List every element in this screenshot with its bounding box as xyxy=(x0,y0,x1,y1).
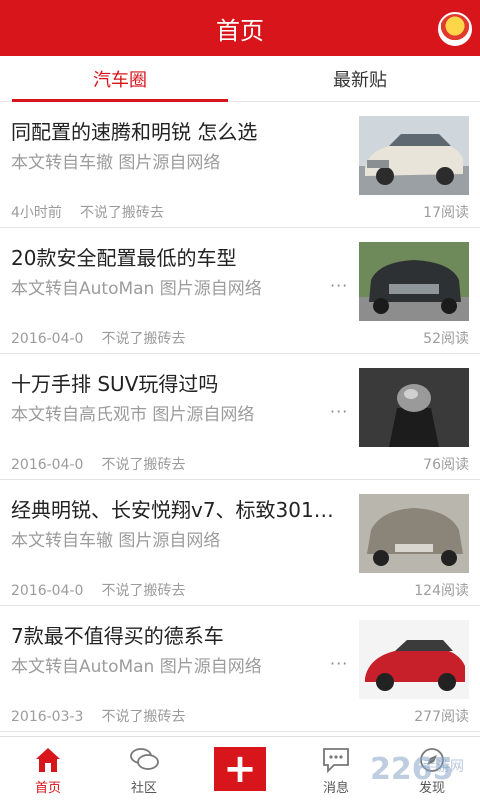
page-title: 首页 xyxy=(216,16,264,45)
nav-home-label: 首页 xyxy=(34,781,61,796)
post-meta: 2016-04-0 不说了搬砖去 xyxy=(11,328,185,348)
post-read-count: 52阅读 xyxy=(423,331,469,347)
post-author: 不说了搬砖去 xyxy=(101,457,186,473)
post-thumbnail xyxy=(359,116,469,195)
post-item[interactable]: 同配置的速腾和明锐 怎么选 本文转自车撤 图片源自网络 4小时前 不说了搬砖去 1… xyxy=(0,102,480,228)
nav-post[interactable]: + xyxy=(192,737,288,800)
post-author: 不说了搬砖去 xyxy=(101,709,186,725)
post-title: 20款安全配置最低的车型 xyxy=(11,246,237,270)
post-source: 本文转自高氏观市 图片源自网络 xyxy=(11,405,255,425)
post-meta: 2016-04-0 不说了搬砖去 xyxy=(11,454,185,474)
post-author: 不说了搬砖去 xyxy=(101,583,186,599)
post-read-count: 76阅读 xyxy=(423,457,469,473)
post-time: 4小时前 xyxy=(11,205,62,221)
post-thumbnail xyxy=(359,242,469,321)
post-title: 十万手排 SUV玩得过吗 xyxy=(11,372,219,396)
post-thumbnail xyxy=(359,620,469,699)
more-dots: ··· xyxy=(330,654,349,673)
post-item[interactable]: 20款安全配置最低的车型 本文转自AutoMan 图片源自网络 ··· 2016… xyxy=(0,228,480,354)
app-header: 首页 xyxy=(0,0,480,56)
post-time: 2016-04-0 xyxy=(11,331,84,347)
post-read-count: 17阅读 xyxy=(423,205,469,221)
post-time: 2016-03-3 xyxy=(11,709,84,725)
post-thumbnail xyxy=(359,494,469,573)
post-list: 同配置的速腾和明锐 怎么选 本文转自车撤 图片源自网络 4小时前 不说了搬砖去 1… xyxy=(0,102,480,736)
post-read-count: 124阅读 xyxy=(414,583,469,599)
watermark-small-text: 手游网 xyxy=(422,759,464,775)
nav-community[interactable]: 社区 xyxy=(96,737,192,800)
post-thumbnail xyxy=(359,368,469,447)
add-post-button[interactable]: + xyxy=(214,747,266,791)
more-dots: ··· xyxy=(330,276,349,295)
post-author: 不说了搬砖去 xyxy=(79,205,164,221)
plus-icon: + xyxy=(223,746,257,792)
post-meta: 2016-04-0 不说了搬砖去 xyxy=(11,580,185,600)
post-source: 本文转自车撤 图片源自网络 xyxy=(11,153,221,173)
post-author: 不说了搬砖去 xyxy=(101,331,186,347)
post-title: 7款最不值得买的德系车 xyxy=(11,624,224,648)
more-dots: ··· xyxy=(330,402,349,421)
tab-bar: 汽车圈 最新贴 xyxy=(0,56,480,102)
home-icon xyxy=(36,748,60,772)
nav-home[interactable]: 首页 xyxy=(0,737,96,800)
post-time: 2016-04-0 xyxy=(11,457,84,473)
post-source: 本文转自AutoMan 图片源自网络 xyxy=(11,657,262,677)
user-avatar[interactable] xyxy=(438,12,472,46)
post-item[interactable]: 经典明锐、长安悦翔v7、标致301… 本文转自车辙 图片源自网络 2016-04… xyxy=(0,480,480,606)
post-title: 同配置的速腾和明锐 怎么选 xyxy=(11,120,258,144)
post-title: 经典明锐、长安悦翔v7、标致301… xyxy=(11,498,334,522)
watermark: 2265 手游网 xyxy=(338,744,474,796)
tab-car-circle[interactable]: 汽车圈 xyxy=(0,56,240,102)
post-source: 本文转自AutoMan 图片源自网络 xyxy=(11,279,262,299)
tab-latest-posts[interactable]: 最新贴 xyxy=(240,56,480,101)
post-item[interactable]: 十万手排 SUV玩得过吗 本文转自高氏观市 图片源自网络 ··· 2016-04… xyxy=(0,354,480,480)
post-source: 本文转自车辙 图片源自网络 xyxy=(11,531,221,551)
nav-community-label: 社区 xyxy=(130,781,157,796)
post-read-count: 277阅读 xyxy=(414,709,469,725)
post-item[interactable]: 7款最不值得买的德系车 本文转自AutoMan 图片源自网络 ··· 2016-… xyxy=(0,606,480,732)
chat-icon xyxy=(130,748,159,770)
post-meta: 4小时前 不说了搬砖去 xyxy=(11,202,164,222)
post-time: 2016-04-0 xyxy=(11,583,84,599)
post-meta: 2016-03-3 不说了搬砖去 xyxy=(11,706,185,726)
